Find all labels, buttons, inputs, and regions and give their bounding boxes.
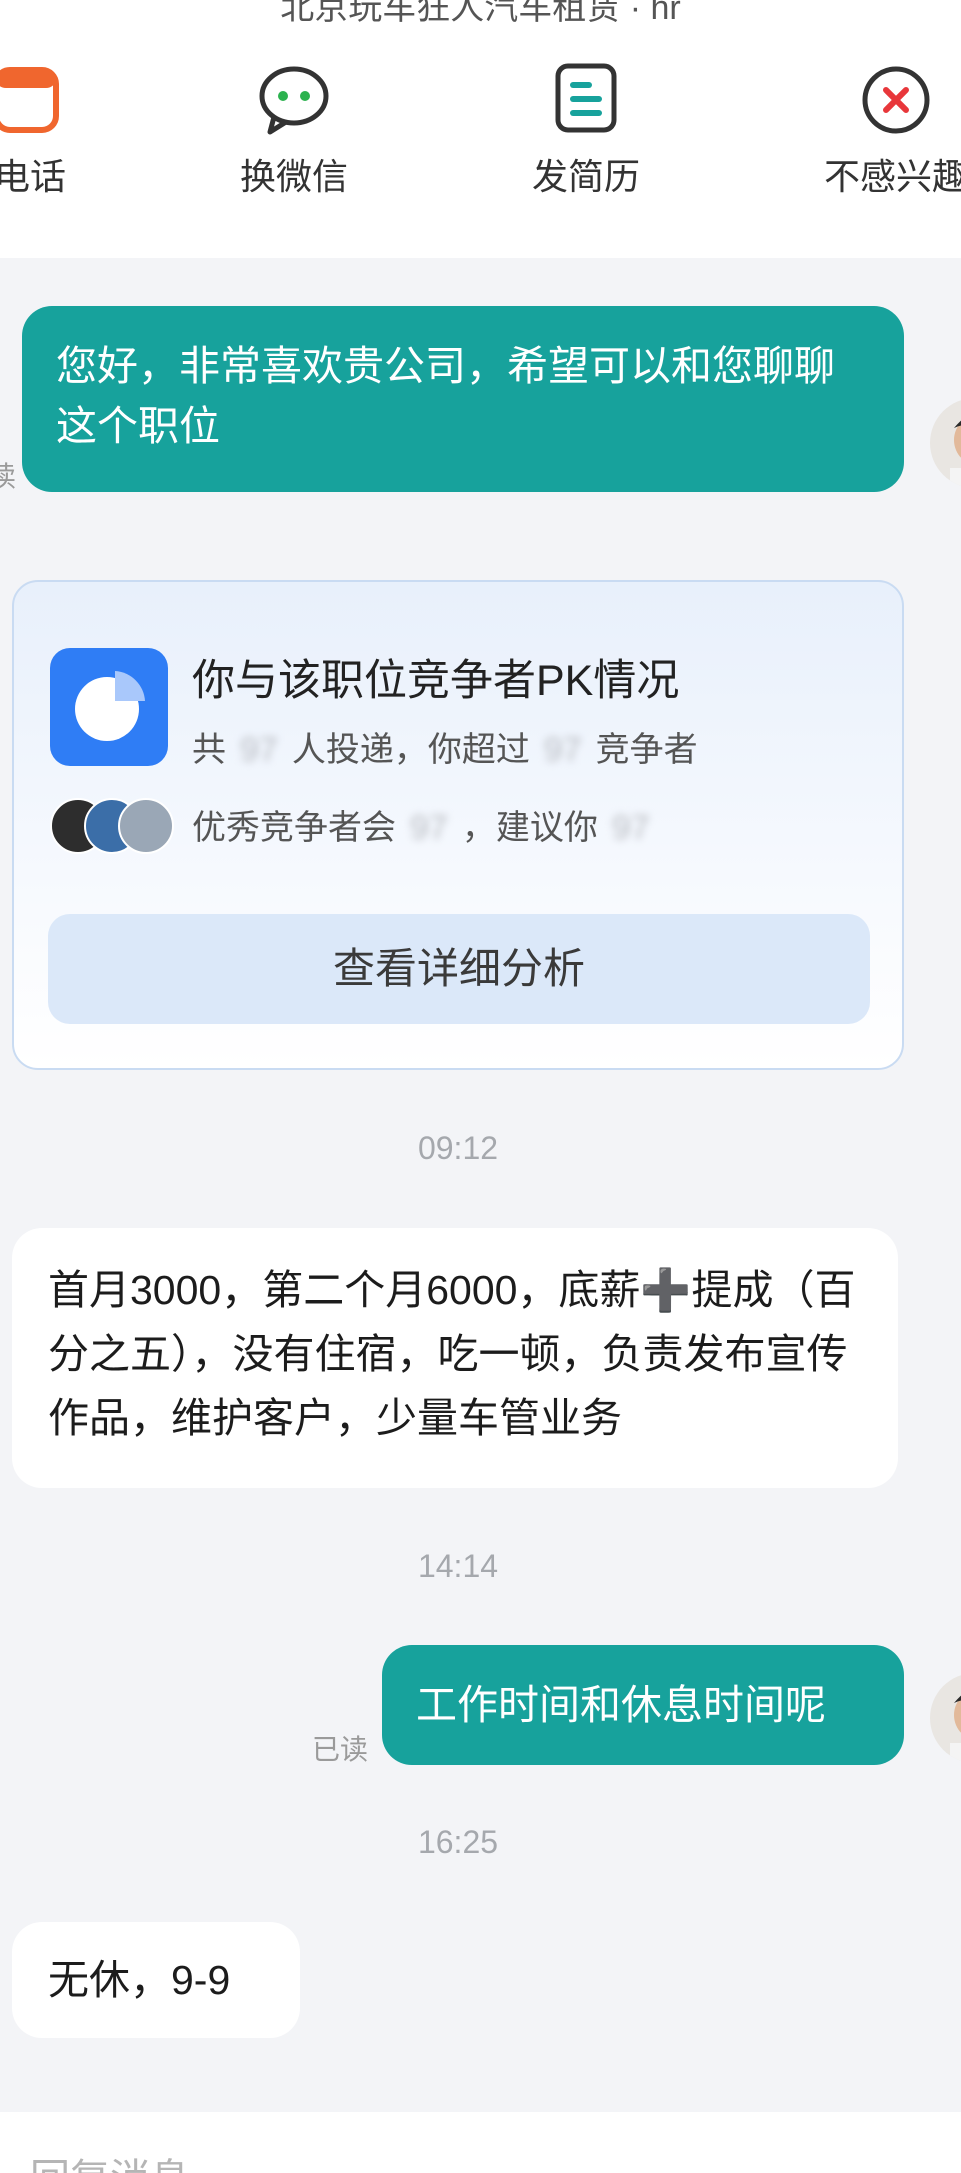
my-avatar[interactable] <box>930 398 961 488</box>
avatar-photo-icon <box>950 1695 961 1763</box>
view-analysis-button[interactable]: 查看详细分析 <box>48 914 870 1024</box>
phone-action-button[interactable]: 电话 <box>0 62 130 200</box>
read-status: 已读 <box>312 1734 369 1765</box>
pie-chart-icon <box>50 648 168 766</box>
phone-action-label: 电话 <box>0 156 66 197</box>
message-timestamp: 14:14 <box>417 1548 499 1584</box>
outgoing-message-bubble[interactable]: 您好，非常喜欢贵公司，希望可以和您聊聊这个职位 <box>22 306 904 492</box>
message-timestamp: 09:12 <box>417 1130 499 1166</box>
pk-stats-text-1: 共 <box>192 731 226 769</box>
wechat-action-button[interactable]: 换微信 <box>194 62 394 200</box>
my-avatar[interactable] <box>930 1673 961 1763</box>
incoming-message-bubble[interactable]: 首月3000，第二个月6000，底薪➕提成（百分之五），没有住宿，吃一顿，负责发… <box>12 1228 898 1488</box>
pk-stats-text-3: 竞争者 <box>595 731 698 769</box>
chat-header: 北京玩车狂人汽车租赁 · hr 电话 换微信 发简历 不感兴趣 <box>0 0 961 258</box>
competitor-pk-card: 你与该职位竞争者PK情况 共 97 人投递，你超过 97 竞争者 优秀竞争者会 97 ，建议… <box>12 580 904 1070</box>
not-interested-action-label: 不感兴趣 <box>823 156 961 197</box>
resume-action-label: 发简历 <box>531 156 640 197</box>
blurred-count: 97 <box>611 809 650 847</box>
competitor-avatars <box>50 798 180 858</box>
blurred-count: 97 <box>543 731 582 769</box>
competitor-avatar <box>118 798 174 854</box>
incoming-message-bubble[interactable]: 无休，9-9 <box>12 1922 300 2038</box>
message-input[interactable]: 回复消息 <box>30 2146 190 2173</box>
pk-applicant-stats: 共 97 人投递，你超过 97 竞争者 <box>192 722 698 771</box>
pk-stats-text-2: 人投递，你超过 <box>291 731 530 769</box>
not-interested-action-button[interactable]: 不感兴趣 <box>796 62 961 200</box>
read-status: 读 <box>0 461 17 492</box>
message-input-bar[interactable]: 回复消息 <box>0 2112 961 2173</box>
phone-icon <box>0 67 59 133</box>
close-circle-icon <box>862 66 930 134</box>
resume-action-button[interactable]: 发简历 <box>486 62 686 200</box>
outgoing-message-bubble[interactable]: 工作时间和休息时间呢 <box>382 1645 904 1765</box>
resume-icon <box>555 63 617 133</box>
wechat-icon <box>259 66 329 135</box>
pk-card-title: 你与该职位竞争者PK情况 <box>192 657 680 705</box>
message-timestamp: 16:25 <box>417 1824 499 1860</box>
blurred-count: 97 <box>240 731 278 769</box>
pk-suggestion: 优秀竞争者会 97 ，建议你 97 <box>192 800 664 849</box>
pk-suggestion-text-2: ，建议你 <box>461 809 598 847</box>
blurred-count: 97 <box>410 809 448 847</box>
wechat-action-label: 换微信 <box>239 156 348 197</box>
chat-title: 北京玩车狂人汽车租赁 · hr <box>280 0 681 27</box>
pk-suggestion-text-1: 优秀竞争者会 <box>192 809 396 847</box>
avatar-photo-icon <box>950 420 961 488</box>
